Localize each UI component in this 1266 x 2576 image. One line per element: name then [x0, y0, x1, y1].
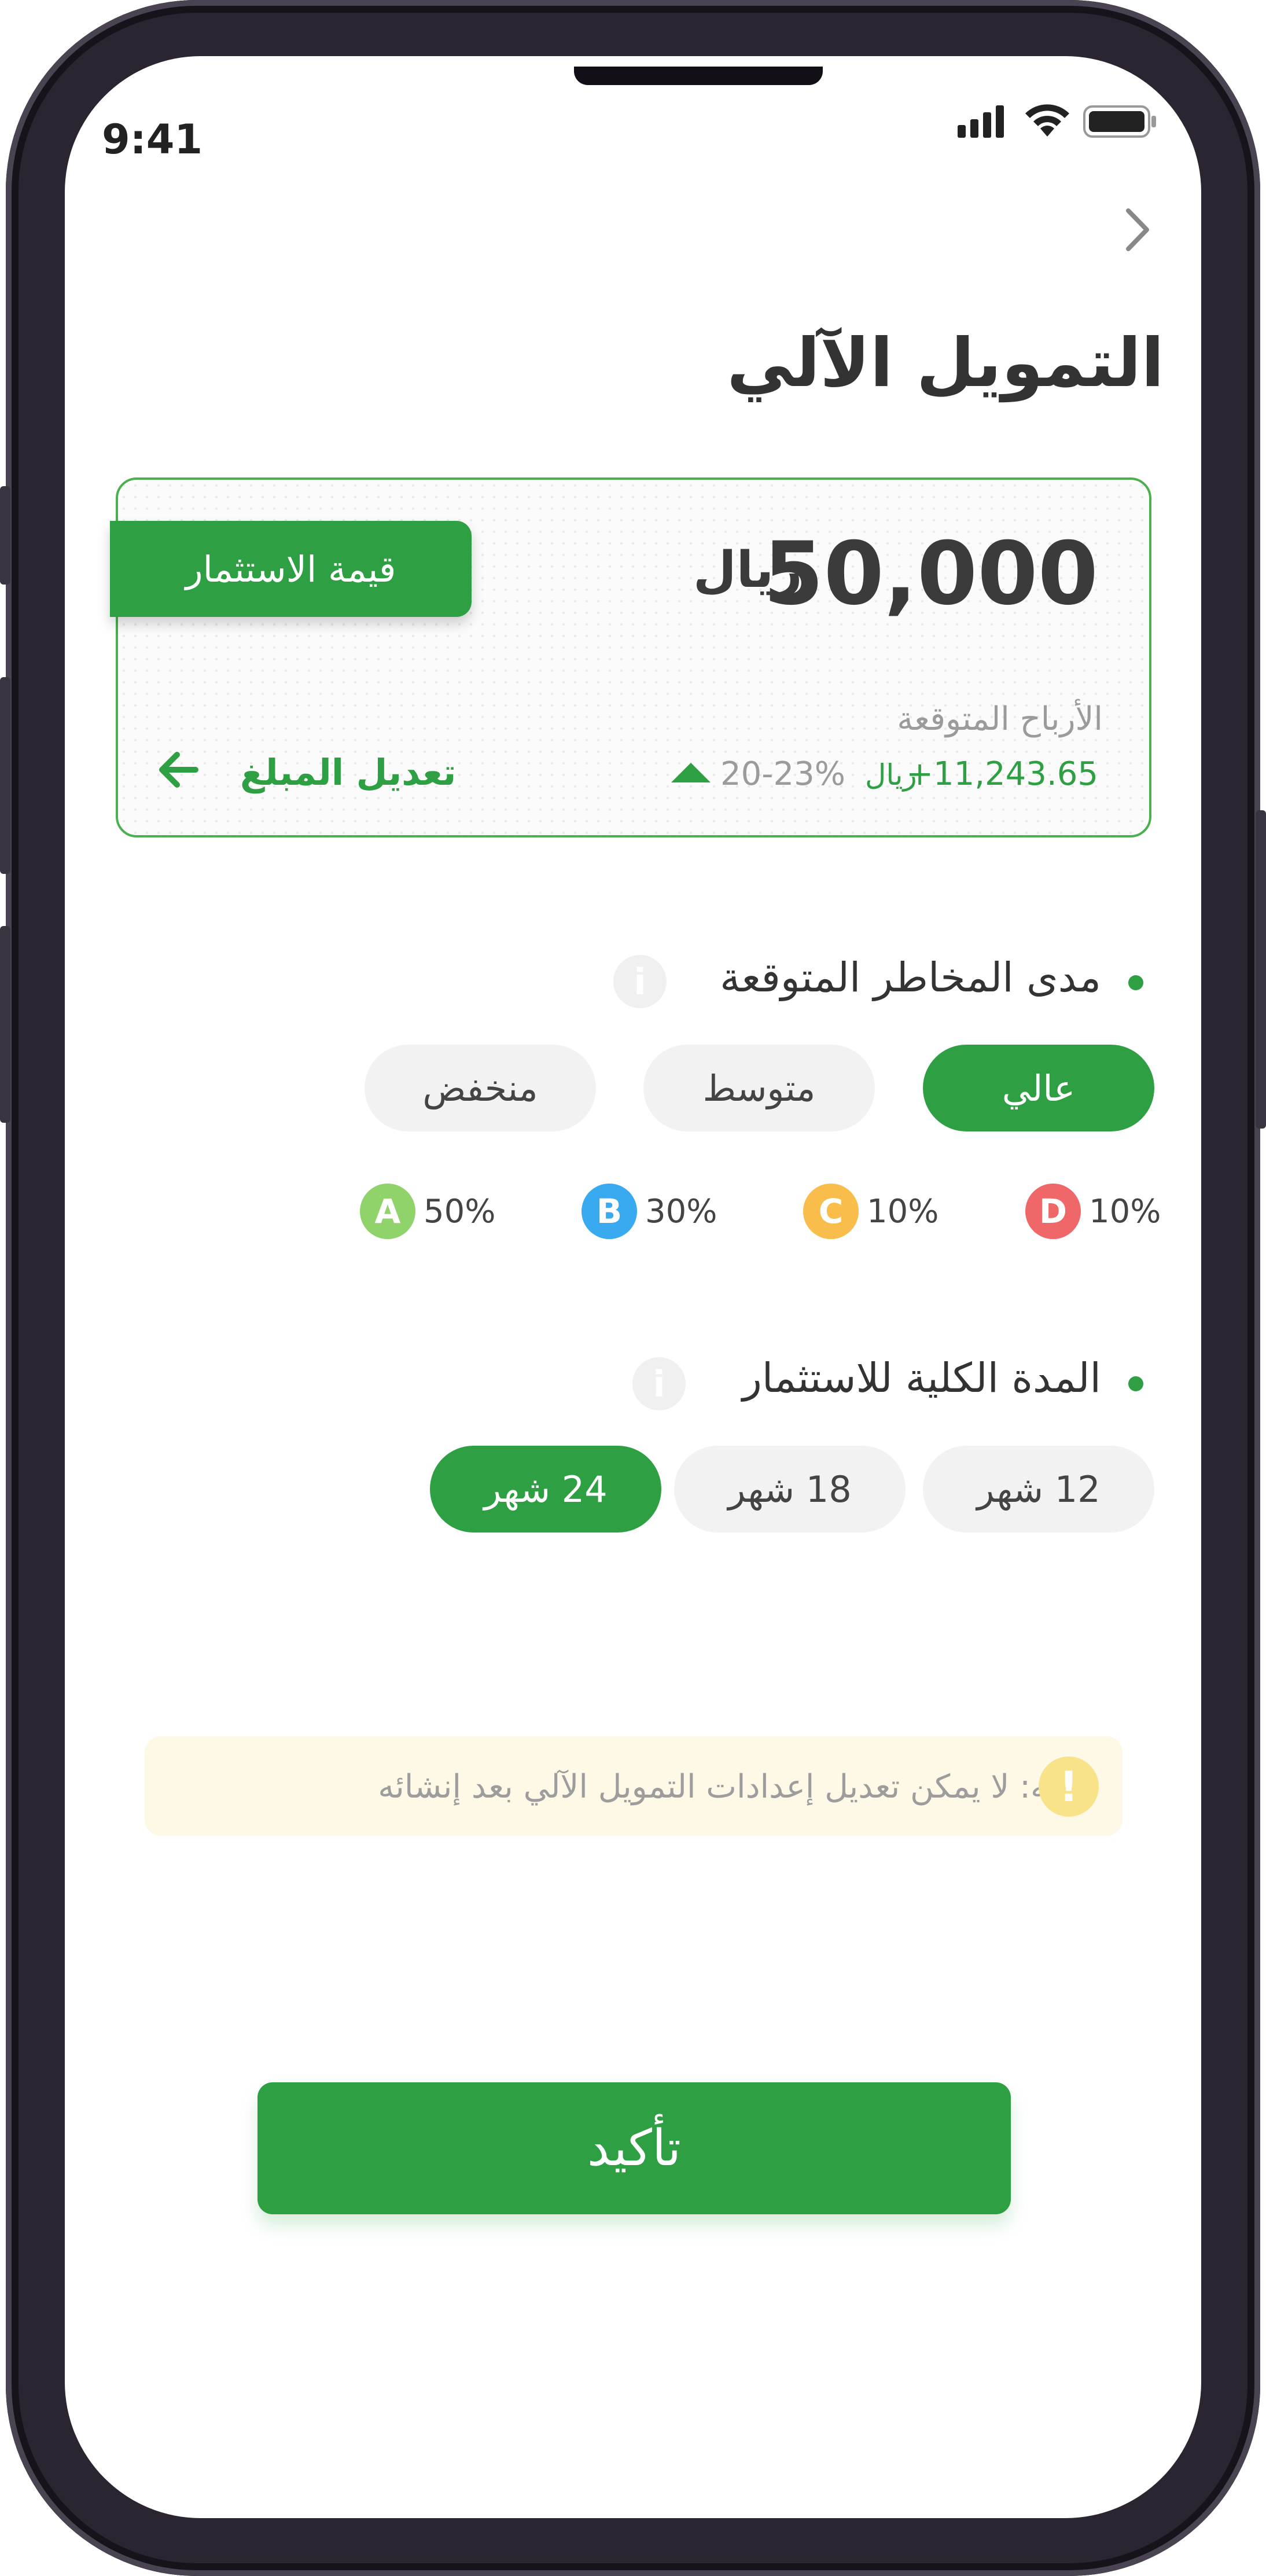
expected-profit-value: +11,243.65: [906, 755, 1098, 793]
notch: [574, 67, 823, 85]
battery-icon: [1083, 105, 1158, 140]
notice-text: تنويه: لا يمكن تعديل إعدادات التمويل الآ…: [378, 1768, 1092, 1806]
signal-icon: [958, 104, 1010, 141]
edit-amount-link[interactable]: تعديل المبلغ: [240, 751, 456, 793]
power-button: [1256, 810, 1266, 1129]
risk-bullet: [1128, 975, 1143, 990]
wifi-icon: [1023, 102, 1072, 141]
grade-b-percent: 30%: [645, 1192, 717, 1230]
duration-option-18[interactable]: 18 شهر: [674, 1446, 906, 1533]
grade-b: B 30%: [582, 1184, 717, 1239]
investment-amount: 50,000: [763, 524, 1098, 624]
page-title: التمويل الآلي: [727, 324, 1164, 402]
grade-d-badge: D: [1025, 1184, 1081, 1239]
expected-profit-label: الأرباح المتوقعة: [897, 700, 1103, 738]
expected-profit-currency: ريال: [865, 758, 917, 792]
grade-a-percent: 50%: [424, 1192, 496, 1230]
exclamation-icon: !: [1039, 1756, 1099, 1817]
info-icon[interactable]: i: [632, 1357, 686, 1410]
grade-a-badge: A: [360, 1184, 415, 1239]
grade-c: C 10%: [803, 1184, 939, 1239]
duration-bullet: [1128, 1376, 1143, 1391]
confirm-button[interactable]: تأكيد: [257, 2082, 1011, 2214]
volume-down-button: [0, 926, 10, 1123]
expected-profit-percent: 20-23%: [720, 755, 845, 793]
grade-c-percent: 10%: [867, 1192, 939, 1230]
back-button[interactable]: [1117, 204, 1157, 256]
volume-up-button: [0, 677, 10, 874]
investment-value-tag: قيمة الاستثمار: [110, 521, 472, 617]
risk-option-high[interactable]: عالي: [923, 1045, 1154, 1131]
mute-switch: [0, 486, 10, 585]
status-time: 9:41: [102, 116, 203, 163]
amount-currency: ريال: [693, 541, 803, 599]
info-icon[interactable]: i: [613, 955, 667, 1008]
risk-option-low[interactable]: منخفض: [365, 1045, 596, 1131]
duration-section-title: المدة الكلية للاستثمار: [742, 1354, 1101, 1402]
grade-c-badge: C: [803, 1184, 859, 1239]
grade-d: D 10%: [1025, 1184, 1161, 1239]
grade-d-percent: 10%: [1089, 1192, 1161, 1230]
risk-option-medium[interactable]: متوسط: [643, 1045, 875, 1131]
arrow-left-icon[interactable]: [155, 747, 201, 804]
duration-option-12[interactable]: 12 شهر: [923, 1446, 1154, 1533]
grade-a: A 50%: [360, 1184, 495, 1239]
chevron-right-icon: [1126, 208, 1149, 251]
grade-b-badge: B: [582, 1184, 637, 1239]
risk-section-title: مدى المخاطر المتوقعة: [720, 954, 1101, 1001]
triangle-up-icon: [671, 763, 711, 782]
duration-option-24[interactable]: 24 شهر: [430, 1446, 661, 1533]
